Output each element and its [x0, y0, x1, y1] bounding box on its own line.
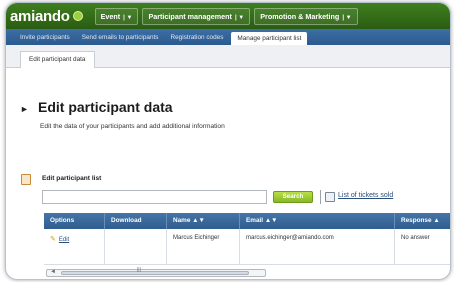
- edit-link[interactable]: Edit: [59, 237, 69, 243]
- page-title: Edit participant data: [38, 99, 173, 115]
- cell-name: Marcus Eichinger: [167, 229, 240, 264]
- column-response[interactable]: Response ▲: [395, 213, 450, 229]
- sub-navigation: Invite participants Send emails to parti…: [6, 29, 450, 45]
- page-subtitle: Edit the data of your participants and a…: [40, 123, 225, 130]
- app-window: amiando Event | ▼ Participant management |…: [5, 2, 451, 280]
- caret-down-icon: | ▼: [123, 14, 133, 21]
- subnav-send-emails[interactable]: Send emails to participants: [76, 34, 165, 45]
- horizontal-scrollbar[interactable]: ◄ |||: [46, 267, 266, 277]
- divider: [320, 190, 321, 204]
- top-menu-bar: amiando Event | ▼ Participant management |…: [6, 3, 450, 29]
- menu-promotion-marketing[interactable]: Promotion & Marketing | ▼: [254, 7, 358, 25]
- participant-table: Options Download Name ▲▼ Email ▲▼ Respon…: [44, 213, 450, 265]
- scrollbar-thumb[interactable]: [61, 271, 249, 275]
- pencil-icon: ✎: [50, 236, 56, 243]
- column-email[interactable]: Email ▲▼: [240, 213, 395, 229]
- caret-down-icon: | ▼: [342, 14, 352, 21]
- column-name[interactable]: Name ▲▼: [167, 213, 240, 229]
- table-header: Options Download Name ▲▼ Email ▲▼ Respon…: [44, 213, 450, 229]
- tickets-sold-link[interactable]: List of tickets sold: [338, 192, 393, 199]
- column-options: Options: [44, 213, 105, 229]
- search-button[interactable]: Search: [273, 191, 313, 203]
- amiando-logo[interactable]: amiando: [10, 8, 83, 25]
- breadcrumb-bar: Edit participant data: [6, 45, 450, 68]
- ticket-list-icon[interactable]: [325, 192, 335, 202]
- menu-participant-management[interactable]: Participant management | ▼: [142, 7, 251, 25]
- subnav-registration-codes[interactable]: Registration codes: [164, 34, 229, 45]
- cell-options: ✎ Edit: [44, 229, 105, 264]
- cell-download: [105, 229, 167, 264]
- menu-event[interactable]: Event | ▼: [94, 7, 139, 25]
- cell-response: No answer: [395, 229, 450, 264]
- subnav-manage-participant-list[interactable]: Manage participant list: [231, 32, 308, 45]
- scroll-left-icon[interactable]: ◄: [50, 269, 56, 275]
- search-input[interactable]: [42, 190, 267, 204]
- logo-mark-icon: [72, 11, 83, 21]
- column-download: Download: [105, 213, 167, 229]
- participant-list-title: Edit participant list: [42, 175, 102, 182]
- tab-edit-participant-data[interactable]: Edit participant data: [20, 51, 95, 68]
- table-row: ✎ Edit Marcus Eichinger marcus.eichinger@…: [44, 229, 450, 265]
- caret-down-icon: | ▼: [234, 14, 245, 21]
- cell-email: marcus.eichinger@amiando.com: [240, 229, 395, 264]
- scroll-grip-icon: |||: [137, 267, 141, 273]
- collapse-arrow-icon[interactable]: ►: [20, 104, 29, 114]
- participant-list-icon: [21, 174, 31, 185]
- subnav-invite-participants[interactable]: Invite participants: [14, 34, 76, 45]
- logo-text: amiando: [10, 7, 70, 25]
